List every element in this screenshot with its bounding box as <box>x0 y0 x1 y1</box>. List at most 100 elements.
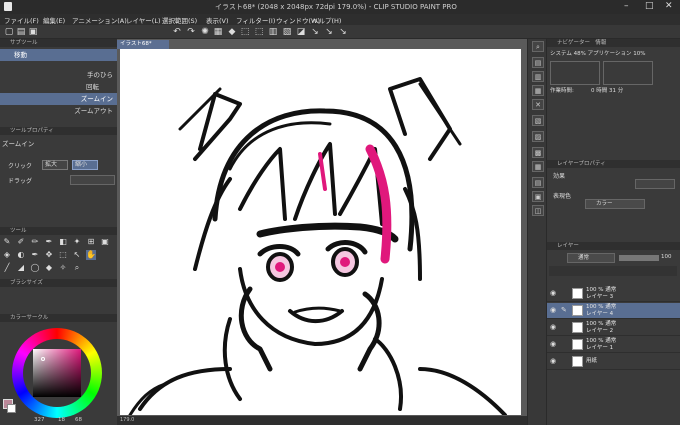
menu-selection[interactable]: 選択範囲(S) <box>162 15 197 25</box>
menu-animation[interactable]: アニメーション(A) <box>72 15 127 25</box>
reference-icon[interactable]: ▨ <box>532 131 544 142</box>
menu-file[interactable]: ファイル(F) <box>4 15 39 25</box>
material-2-icon[interactable]: ▥ <box>532 71 544 82</box>
canvas-paper[interactable] <box>120 49 521 415</box>
subtool-hand[interactable]: 手のひら <box>0 69 117 81</box>
move-layer-icon[interactable]: ✥ <box>44 250 54 260</box>
work-time-value: 0 時間 31 分 <box>591 88 624 94</box>
sub-view-icon[interactable]: ▧ <box>532 115 544 126</box>
menu-filter[interactable]: フィルター(I) <box>236 15 275 25</box>
snap-ruler-icon[interactable]: ↘ <box>310 27 320 37</box>
color-set-icon[interactable]: ▣ <box>532 191 544 202</box>
subtool-zoom-out[interactable]: ズームアウト <box>0 105 117 117</box>
zoom-out-option-label: 縮小 <box>75 161 88 168</box>
menu-edit[interactable]: 編集(E) <box>43 15 65 25</box>
effect-buttons[interactable] <box>635 179 675 189</box>
tool-property-title: ズームイン <box>2 140 35 148</box>
opacity-slider[interactable] <box>619 255 659 261</box>
layer-row-1[interactable]: ◉ 100 % 通常 レイヤー 1 <box>547 337 680 353</box>
color-mode-select[interactable]: カラー <box>585 199 645 209</box>
open-icon[interactable]: ▤ <box>16 27 26 37</box>
undo-icon[interactable]: ↶ <box>172 27 182 37</box>
clear-icon[interactable]: ✺ <box>200 27 210 37</box>
layer-thumbnail <box>572 305 583 316</box>
maximize-icon[interactable]: □ <box>645 1 654 11</box>
auto-action-icon[interactable]: ▤ <box>532 177 544 188</box>
blend-mode-select[interactable]: 通常 <box>567 253 615 263</box>
eyedropper-icon[interactable]: ✒ <box>30 250 40 260</box>
select-icon[interactable]: ⬚ <box>58 250 68 260</box>
snap-grid-icon[interactable]: ↘ <box>338 27 348 37</box>
operation-icon[interactable]: ↖ <box>72 250 82 260</box>
fill-icon[interactable]: ▦ <box>213 27 223 37</box>
selection-icon[interactable]: ⬚ <box>254 27 264 37</box>
redo-icon[interactable]: ↷ <box>186 27 196 37</box>
drag-options[interactable] <box>70 175 115 185</box>
layer-search-icon[interactable]: ▩ <box>532 147 544 158</box>
ruler-icon[interactable]: ▧ <box>282 27 292 37</box>
visibility-eye-icon[interactable]: ◉ <box>550 306 556 314</box>
airbrush-icon[interactable]: ✒ <box>44 237 54 247</box>
menu-layer[interactable]: レイヤー(L) <box>126 15 161 25</box>
layer-info: 100 % 通常 レイヤー 1 <box>586 338 617 351</box>
subtool-zoom-in[interactable]: ズームイン <box>0 93 117 105</box>
layer-row-4[interactable]: ◉ ✎ 100 % 通常 レイヤー 4 <box>547 303 680 319</box>
canvas-tab[interactable]: イラスト68* <box>117 40 169 49</box>
zoom-out-option[interactable]: 縮小 <box>72 160 98 170</box>
transform-icon[interactable]: ⬚ <box>240 27 250 37</box>
blend-icon[interactable]: ✦ <box>72 237 82 247</box>
layer-row-3[interactable]: ◉ 100 % 通常 レイヤー 3 <box>547 286 680 302</box>
material-icon[interactable]: ▤ <box>532 57 544 68</box>
auto-select-icon[interactable]: ✧ <box>58 263 68 273</box>
layer-row-paper[interactable]: ◉ 用紙 <box>547 354 680 370</box>
layer-row-2[interactable]: ◉ 100 % 通常 レイヤー 2 <box>547 320 680 336</box>
fill-tool-icon[interactable]: ◈ <box>2 250 12 260</box>
figure-icon[interactable]: ◢ <box>16 263 26 273</box>
tool-header: ツール <box>0 227 117 235</box>
gradient-icon[interactable]: ◐ <box>16 250 26 260</box>
color-picker-cursor[interactable] <box>41 357 45 361</box>
visibility-eye-icon[interactable]: ◉ <box>550 289 556 297</box>
menu-view[interactable]: 表示(V) <box>206 15 229 25</box>
menu-help[interactable]: ヘルプ(H) <box>312 15 341 25</box>
text-icon[interactable]: ⊞ <box>86 237 96 247</box>
balloon-icon[interactable]: ◆ <box>44 263 54 273</box>
opacity-value: 100 <box>661 254 672 260</box>
frame-icon[interactable]: ▣ <box>100 237 110 247</box>
subtool-rotate[interactable]: 回転 <box>0 81 117 93</box>
save-icon[interactable]: ▣ <box>28 27 38 37</box>
intermediate-color-icon[interactable]: ◫ <box>532 205 544 216</box>
color-square[interactable] <box>33 349 81 397</box>
value-value: 68 <box>75 417 82 423</box>
new-file-icon[interactable]: ▢ <box>4 27 14 37</box>
info-tab[interactable]: 情報 <box>595 40 606 46</box>
zoom-in-option[interactable]: 拡大 <box>42 160 68 170</box>
grid-icon[interactable]: ▥ <box>268 27 278 37</box>
minimize-icon[interactable]: – <box>624 1 629 11</box>
navigator-tab[interactable]: ナビゲーター <box>557 40 590 46</box>
layer-thumbnail <box>572 322 583 333</box>
history-icon[interactable]: ✕ <box>532 99 544 110</box>
color-header: カラーサークル <box>0 314 117 322</box>
zoom-tool-icon[interactable]: ⌕ <box>72 263 82 273</box>
visibility-eye-icon[interactable]: ◉ <box>550 340 556 348</box>
close-icon[interactable]: ✕ <box>665 1 673 11</box>
pencil-icon[interactable]: ✏ <box>30 237 40 247</box>
pen-icon[interactable]: ✎ <box>2 237 12 247</box>
eraser-icon[interactable]: ◧ <box>58 237 68 247</box>
lasso-icon[interactable]: ◯ <box>30 263 40 273</box>
bucket-icon[interactable]: ◆ <box>227 27 237 37</box>
brush-icon[interactable]: ✐ <box>16 237 26 247</box>
sub-color-swatch[interactable] <box>7 404 16 413</box>
visibility-eye-icon[interactable]: ◉ <box>550 323 556 331</box>
visibility-eye-icon[interactable]: ◉ <box>550 357 556 365</box>
snap-special-icon[interactable]: ↘ <box>324 27 334 37</box>
snap-icon[interactable]: ◪ <box>296 27 306 37</box>
animation-icon[interactable]: ▦ <box>532 161 544 172</box>
navigator-icon[interactable]: ⌕ <box>532 41 544 52</box>
hand-tool-icon[interactable]: ✋ <box>86 250 96 260</box>
material-3-icon[interactable]: ▦ <box>532 85 544 96</box>
subtool-current[interactable]: 移動 <box>0 49 117 61</box>
line-icon[interactable]: ╱ <box>2 263 12 273</box>
color-wheel[interactable] <box>12 328 102 418</box>
